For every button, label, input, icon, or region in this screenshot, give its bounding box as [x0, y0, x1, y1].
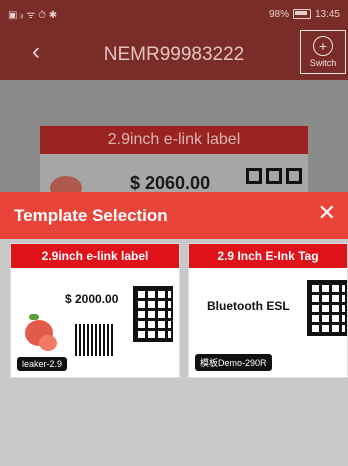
template-card-1-price: $ 2000.00 — [65, 292, 119, 306]
page-title: NEMR99983222 — [103, 44, 245, 65]
battery-percent: 98% — [268, 8, 289, 20]
status-bar: ▣ ᵢₗ ᯤ ⏱ ✱ 98% 13:45 — [0, 0, 348, 28]
barcode-icon — [75, 324, 113, 356]
switch-button[interactable]: + Switch — [300, 30, 346, 74]
top-app-bar: ‹ NEMR99983222 + Switch — [0, 28, 348, 80]
close-icon[interactable]: ✕ — [318, 202, 336, 224]
status-icons: ▣ ᵢₗ ᯤ ⏱ ✱ — [8, 10, 58, 21]
status-left-icons: ▣ ᵢₗ ᯤ ⏱ ✱ — [8, 7, 57, 21]
qr-code-icon — [133, 286, 173, 342]
background-template-price: $ 2060.00 — [130, 173, 211, 193]
background-template-header: 2.9inch e-link label — [40, 126, 308, 154]
qr-code-icon — [246, 168, 306, 190]
modal-title: Template Selection — [14, 206, 168, 225]
template-selection-modal: Template Selection ✕ 2.9inch e-link labe… — [0, 192, 348, 466]
template-card-1-header: 2.9inch e-link label — [11, 244, 179, 268]
template-card-2-text: Bluetooth ESL — [207, 299, 290, 313]
plus-circle-icon: + — [313, 36, 333, 56]
status-right: 98% 13:45 — [269, 9, 340, 20]
clock-time: 13:45 — [314, 8, 340, 20]
template-card-1[interactable]: 2.9inch e-link label $ 2000.00 leaker-2.… — [10, 243, 180, 378]
template-card-1-name: leaker-2.9 — [17, 357, 68, 371]
template-card-2-header: 2.9 Inch E-Ink Tag — [189, 244, 347, 268]
modal-header: Template Selection ✕ — [0, 192, 348, 239]
template-card-2-name: 模板Demo-290R — [195, 354, 272, 371]
qr-code-icon — [307, 280, 347, 336]
template-card-2[interactable]: 2.9 Inch E-Ink Tag Bluetooth ESL 模板Demo-… — [188, 243, 348, 378]
battery-icon — [292, 9, 311, 19]
switch-label: Switch — [309, 58, 337, 68]
peach-slice-image — [39, 335, 57, 351]
